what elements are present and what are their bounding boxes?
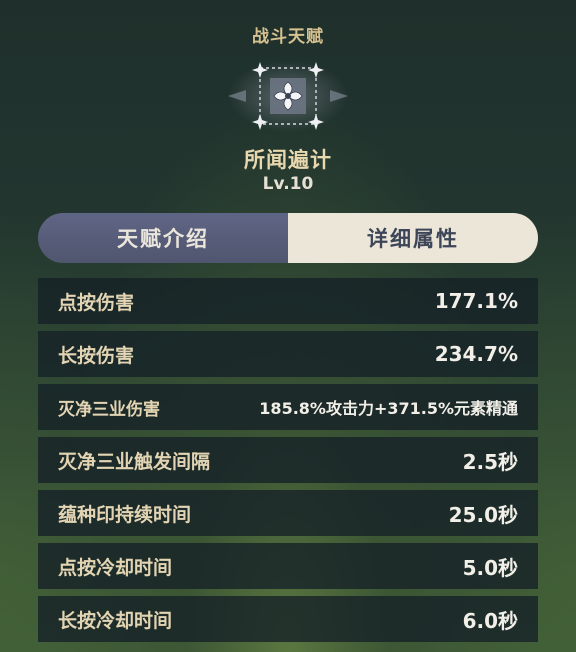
stat-label: 点按冷却时间	[58, 556, 173, 579]
stat-value: 234.7%	[434, 342, 518, 366]
stat-label: 灭净三业伤害	[58, 399, 160, 420]
stat-row: 灭净三业触发间隔 2.5秒	[38, 437, 538, 483]
stat-label: 点按伤害	[58, 291, 135, 314]
section-title: 战斗天赋	[252, 27, 324, 47]
stat-row: 长按冷却时间 6.0秒	[38, 596, 538, 642]
stats-list: 点按伤害 177.1% 长按伤害 234.7% 灭净三业伤害 185.8%攻击力…	[38, 278, 538, 649]
stat-row: 灭净三业伤害 185.8%攻击力+371.5%元素精通	[38, 384, 538, 430]
stat-row: 长按伤害 234.7%	[38, 331, 538, 377]
stat-value: 6.0秒	[462, 608, 518, 633]
stat-label: 蕴种印持续时间	[58, 503, 192, 526]
tab-bar: 天赋介绍 详细属性	[38, 213, 538, 263]
stat-value: 5.0秒	[462, 555, 518, 580]
stat-row: 点按伤害 177.1%	[38, 278, 538, 324]
talent-emblem-icon	[226, 58, 350, 134]
stat-value: 185.8%攻击力+371.5%元素精通	[259, 399, 518, 418]
talent-level: Lv.10	[262, 174, 314, 194]
stat-row: 点按冷却时间 5.0秒	[38, 543, 538, 589]
stat-value: 177.1%	[434, 289, 518, 313]
stat-label: 灭净三业触发间隔	[58, 450, 211, 473]
stat-value: 25.0秒	[448, 502, 518, 527]
tab-detailed-attributes[interactable]: 详细属性	[288, 213, 538, 263]
talent-name: 所闻遍计	[244, 148, 332, 172]
stat-label: 长按冷却时间	[58, 609, 173, 632]
tab-talent-description[interactable]: 天赋介绍	[38, 213, 288, 263]
stat-value: 2.5秒	[462, 449, 518, 474]
stat-label: 长按伤害	[58, 344, 135, 367]
stat-row: 蕴种印持续时间 25.0秒	[38, 490, 538, 536]
